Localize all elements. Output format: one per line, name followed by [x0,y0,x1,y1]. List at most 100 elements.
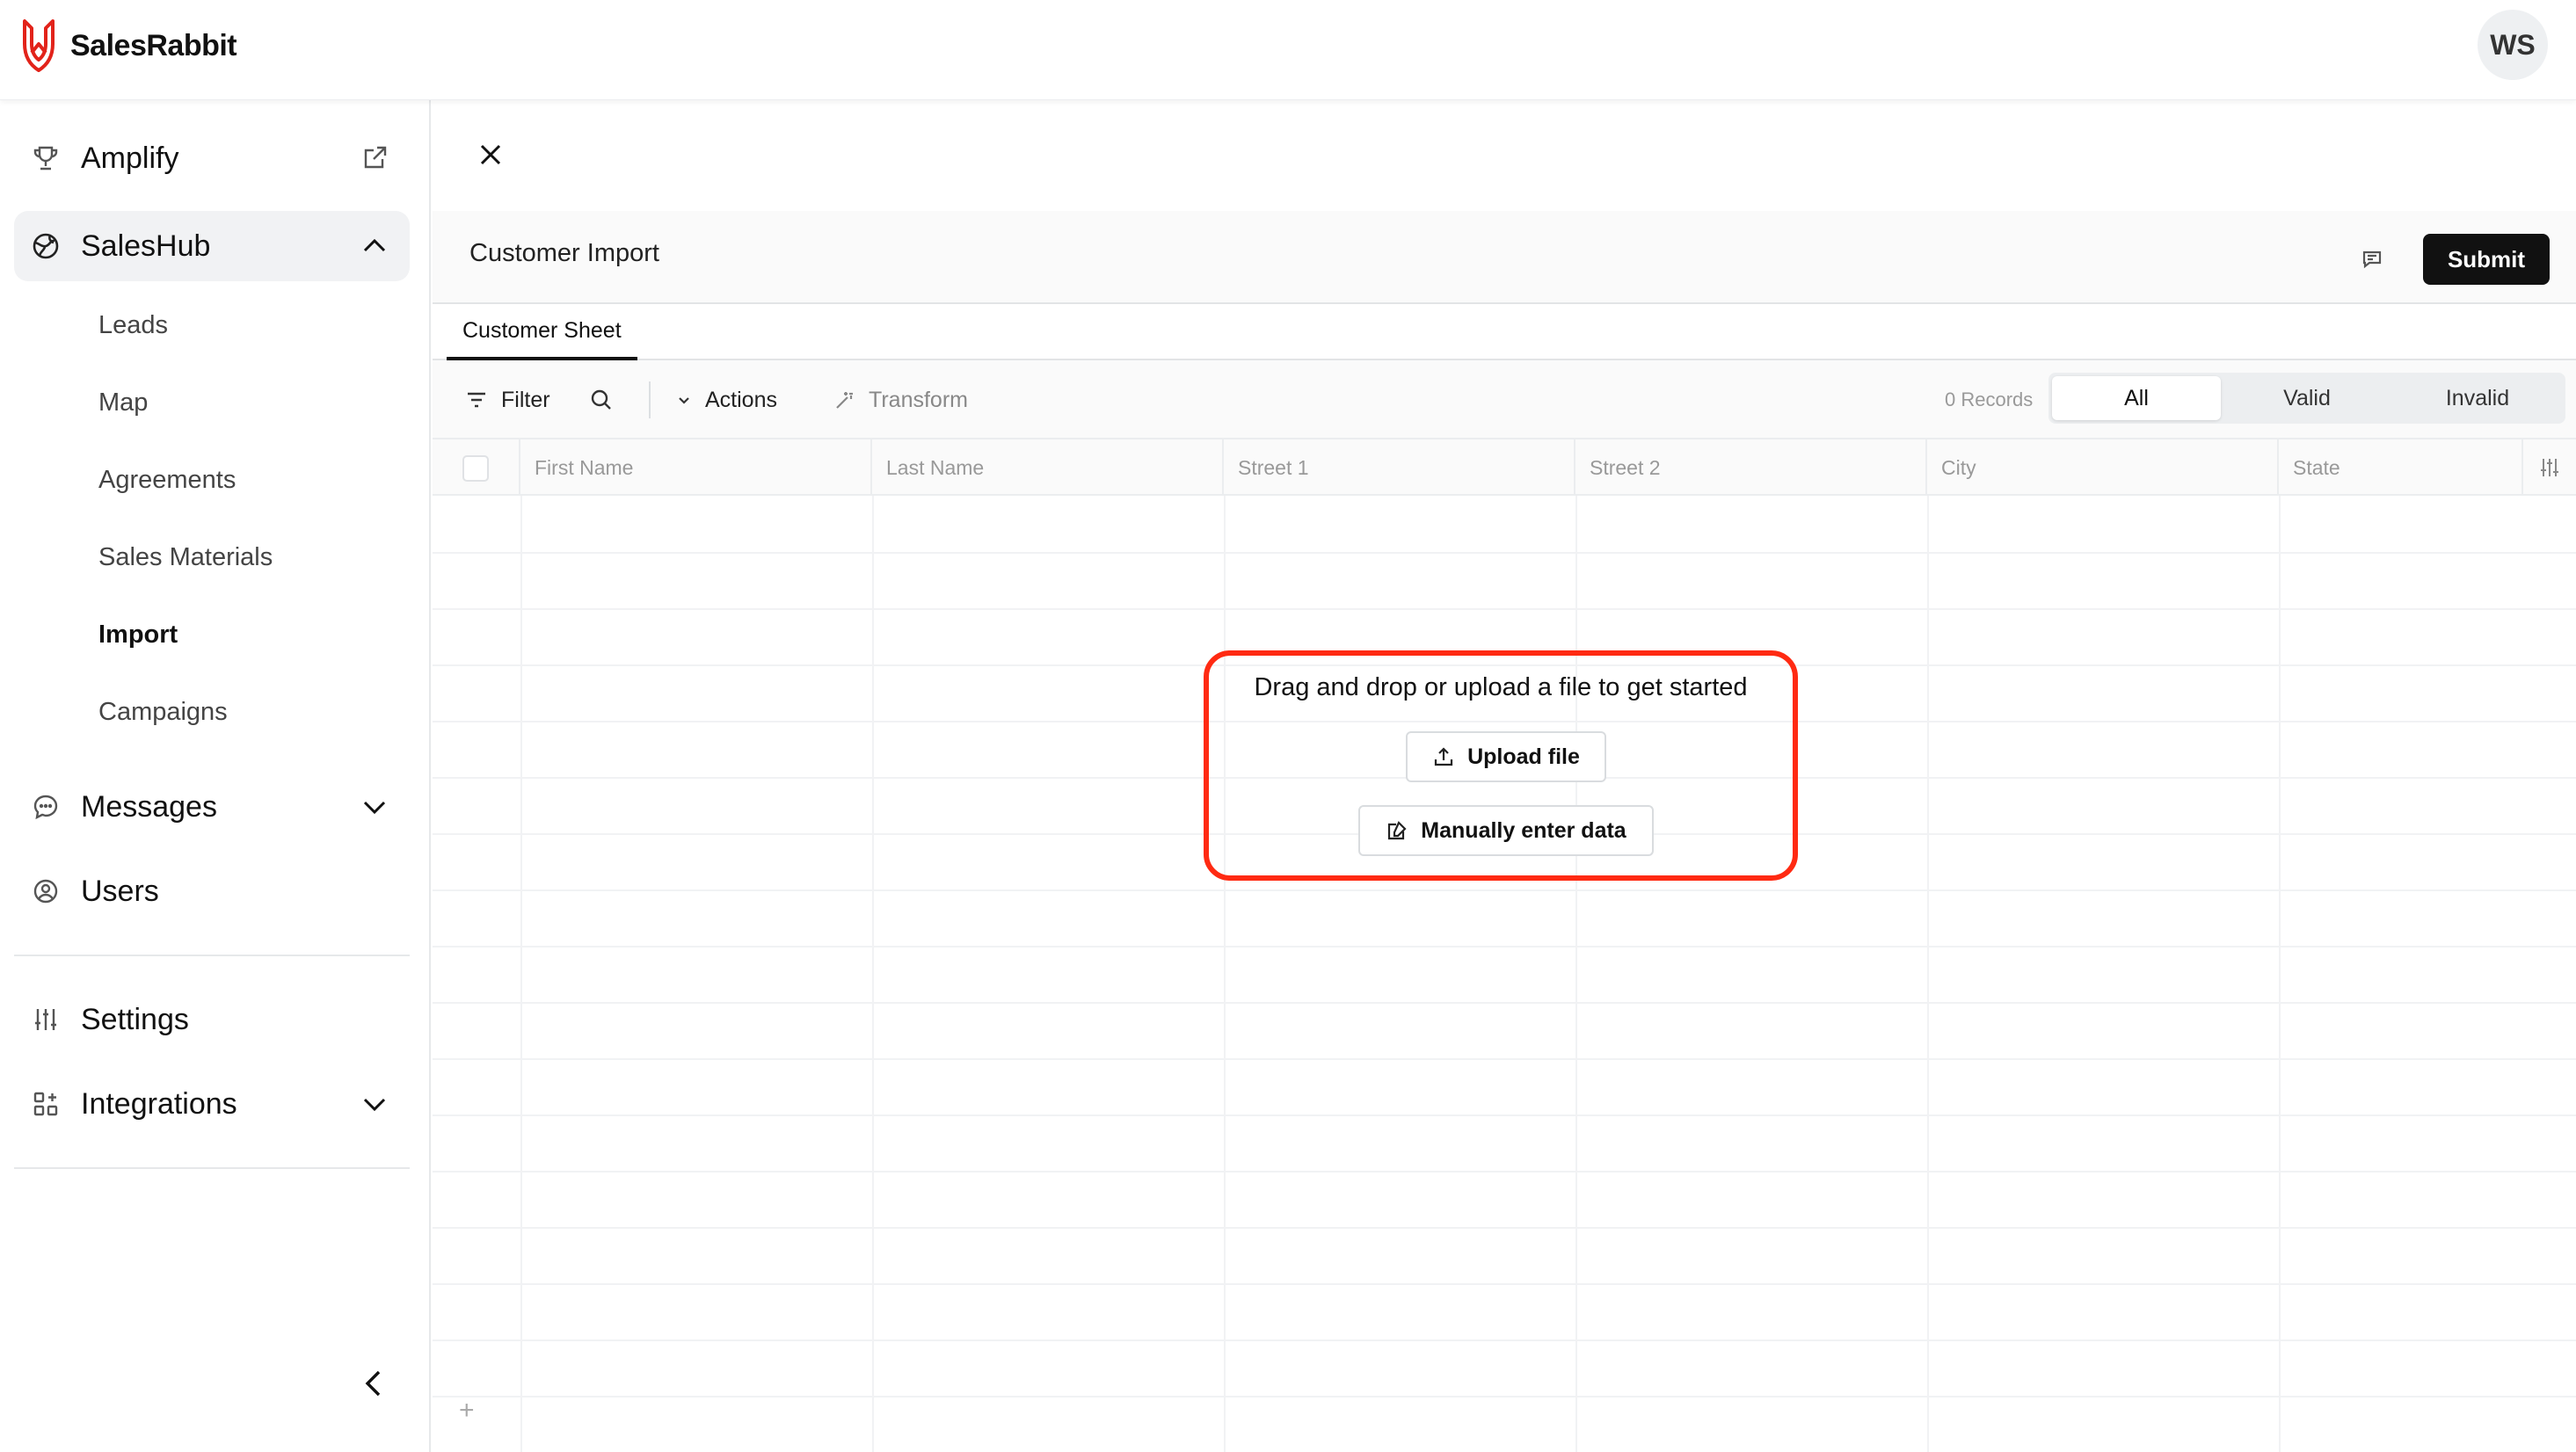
salesrabbit-logo-icon [23,19,55,72]
sidebar-item-integrations[interactable]: Integrations [14,1069,410,1139]
sidebar-item-label: Settings [81,1002,189,1036]
upload-icon [1434,747,1453,766]
chevron-down-icon [679,397,689,404]
grid-row-line [433,608,2576,610]
actions-button[interactable]: Actions [675,360,777,439]
grid-row-line [433,889,2576,891]
sidebar: Amplify SalesHub Leads Map Agreements Sa… [0,100,431,1452]
actions-label: Actions [705,387,777,412]
sidebar-divider [14,955,410,956]
sidebar-subitem-import[interactable]: Import [98,617,178,652]
app-name: SalesRabbit [70,28,237,62]
tab-customer-sheet[interactable]: Customer Sheet [447,304,637,360]
message-icon [2362,250,2382,269]
sidebar-item-users[interactable]: Users [14,856,410,926]
column-header-street-2[interactable]: Street 2 [1575,439,1927,496]
column-header-last-name[interactable]: Last Name [872,439,1224,496]
grid-column-line [1224,496,1226,1452]
sidebar-item-amplify[interactable]: Amplify [14,123,410,193]
magic-wand-icon [836,392,853,409]
grid-column-line [520,496,522,1452]
grid-row-line [433,1396,2576,1398]
transform-button[interactable]: Transform [833,360,968,439]
column-settings-button[interactable] [2521,439,2576,496]
close-icon [480,144,501,165]
grid-column-line [1927,496,1929,1452]
column-header-city[interactable]: City [1927,439,2279,496]
avatar[interactable]: WS [2478,10,2548,80]
user-circle-icon [30,875,62,907]
sliders-icon [2541,459,2558,476]
user-initials: WS [2490,28,2536,61]
sliders-icon [30,1004,62,1035]
sheet-tabs: Customer Sheet [433,304,2576,360]
chat-bubble-icon [30,791,62,823]
records-count: 0 Records [1945,388,2034,410]
chevron-down-icon[interactable] [359,1088,390,1120]
sidebar-item-label: Amplify [81,141,179,175]
sidebar-subitem-agreements[interactable]: Agreements [98,462,236,497]
column-header-first-name[interactable]: First Name [520,439,872,496]
feedback-button[interactable] [2354,239,2392,278]
sidebar-subitem-sales-materials[interactable]: Sales Materials [98,540,273,575]
import-header: Customer Import Submit [433,211,2576,304]
select-all-checkbox[interactable] [462,455,489,482]
manual-entry-button[interactable]: Manually enter data [1358,805,1654,856]
segment-invalid[interactable]: Invalid [2393,376,2562,420]
sidebar-subitem-leads[interactable]: Leads [98,308,168,343]
upload-file-button[interactable]: Upload file [1406,731,1606,782]
chevron-up-icon[interactable] [359,230,390,262]
top-bar: SalesRabbit WS [0,0,2576,100]
sidebar-item-saleshub[interactable]: SalesHub [14,211,410,281]
trophy-icon [30,142,62,174]
sidebar-item-label: Integrations [81,1086,237,1121]
grid-row-line [433,1171,2576,1172]
sidebar-subitem-map[interactable]: Map [98,385,148,420]
column-header-state[interactable]: State [2279,439,2521,496]
empty-state-highlight: Drag and drop or upload a file to get st… [1204,650,1798,881]
filter-icon [468,392,485,408]
record-filter-segmented: All Valid Invalid [2048,373,2565,424]
sidebar-item-settings[interactable]: Settings [14,984,410,1055]
add-row-button[interactable]: + [459,1396,475,1426]
chevron-left-icon [365,1370,381,1397]
toolbar-separator [649,381,651,418]
grid-row-line [433,1283,2576,1285]
search-button[interactable] [589,360,614,439]
sidebar-item-label: Users [81,874,159,908]
transform-label: Transform [869,387,968,412]
grid-row-line [433,552,2576,554]
globe-icon [30,230,62,262]
filter-button[interactable]: Filter [464,360,550,439]
grid-row-line [433,1058,2576,1060]
close-button[interactable] [471,135,510,174]
column-header-street-1[interactable]: Street 1 [1224,439,1575,496]
grid-row-line [433,1114,2576,1116]
empty-state-message: Drag and drop or upload a file to get st… [1254,673,1748,701]
sidebar-item-messages[interactable]: Messages [14,772,410,842]
grid-column-line [1575,496,1577,1452]
grid-row-line [433,1339,2576,1341]
data-grid: First Name Last Name Street 1 Street 2 C… [433,439,2576,1452]
chevron-down-icon[interactable] [359,791,390,823]
grid-row-line [433,946,2576,947]
upload-file-label: Upload file [1467,744,1580,769]
segment-all[interactable]: All [2052,376,2221,420]
sidebar-subitem-campaigns[interactable]: Campaigns [98,694,228,730]
grid-column-line [2279,496,2281,1452]
submit-button[interactable]: Submit [2423,234,2550,285]
collapse-sidebar-button[interactable] [353,1362,396,1405]
segment-valid[interactable]: Valid [2223,376,2391,420]
grid-column-line [872,496,874,1452]
logo[interactable]: SalesRabbit [19,18,237,74]
select-all-cell [433,439,520,496]
main-panel: Customer Import Submit Customer Sheet Fi… [433,100,2576,1452]
sidebar-item-label: SalesHub [81,229,211,263]
grid-toolbar: Filter Actions Transform 0 Records All V… [433,360,2576,439]
grid-row-line [433,1227,2576,1229]
page-title: Customer Import [469,239,659,267]
external-link-icon [359,142,390,174]
manual-entry-label: Manually enter data [1421,817,1626,843]
edit-icon [1388,821,1407,840]
grid-header: First Name Last Name Street 1 Street 2 C… [433,439,2576,496]
